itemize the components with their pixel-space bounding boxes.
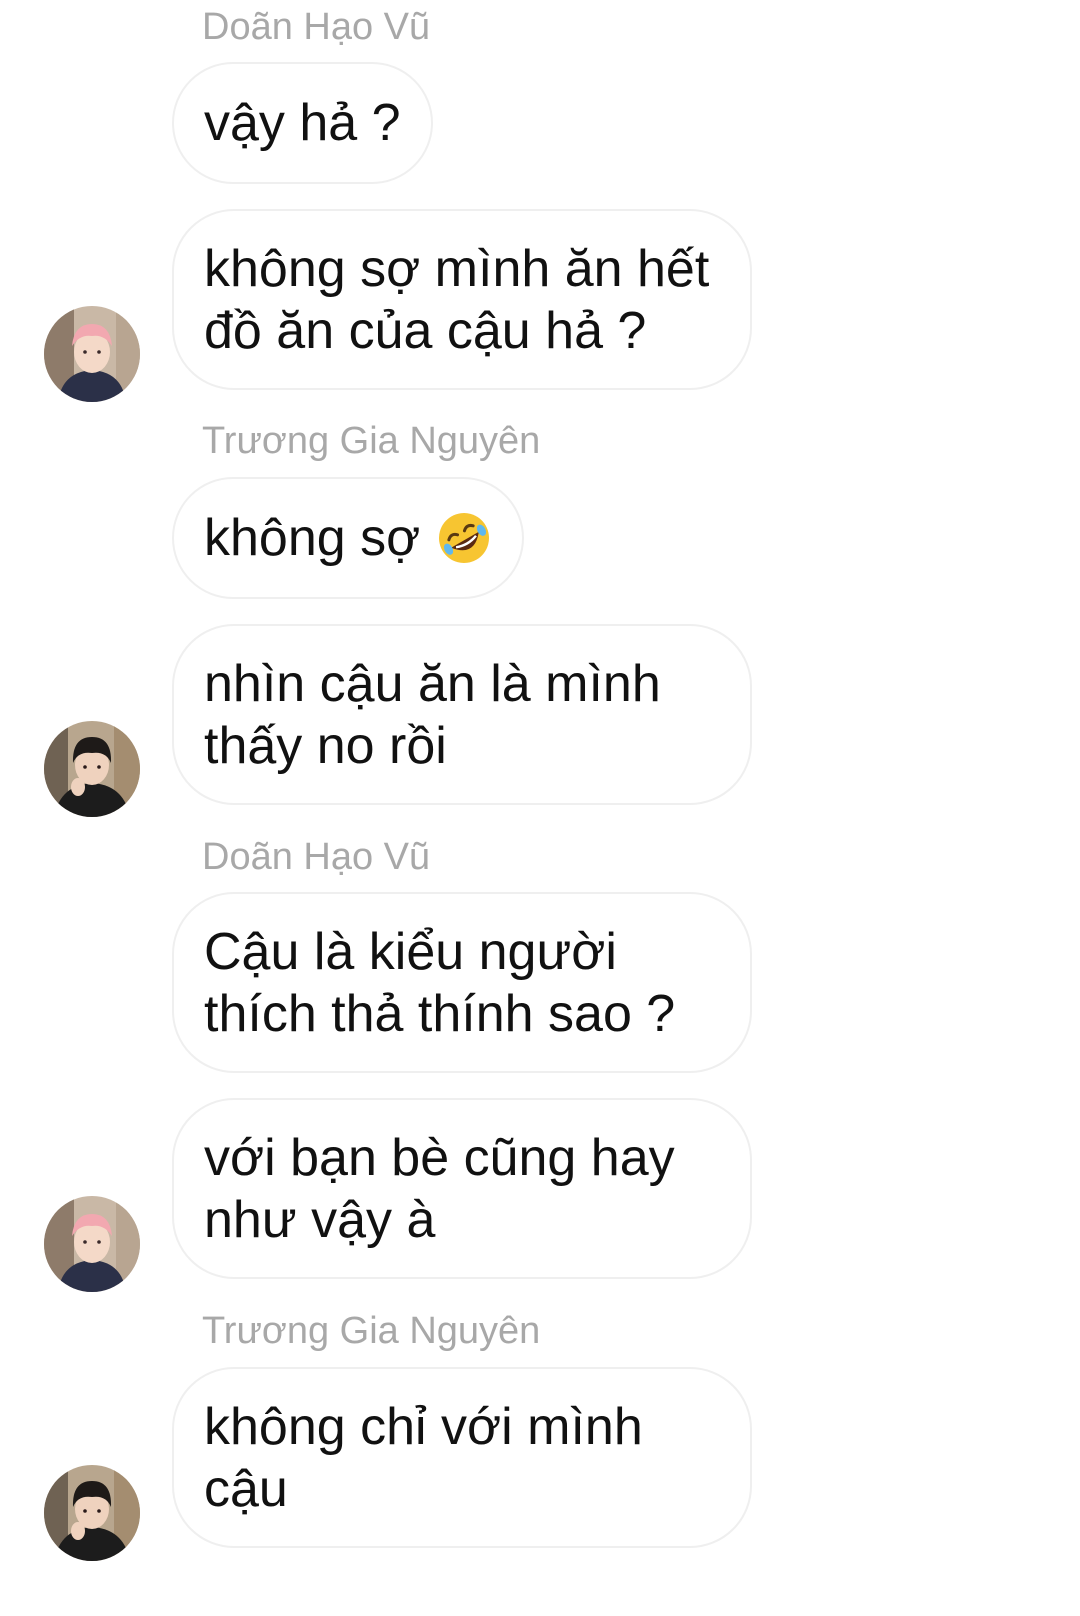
message-text: Cậu là kiểu người thích thả thính sao ? (204, 922, 676, 1043)
avatar-truong-gia-nguyen[interactable] (44, 721, 140, 817)
avatar-pink-hair-icon (44, 306, 140, 402)
message-bubble[interactable]: không sợ (172, 477, 525, 599)
avatar-truong-gia-nguyen[interactable] (44, 1465, 140, 1561)
message-bubble[interactable]: không chỉ với mình cậu (172, 1367, 752, 1548)
sender-name: Trương Gia Nguyên (202, 1310, 541, 1352)
avatar-doan-hao-vu[interactable] (44, 306, 140, 402)
rolling-on-floor-laughing-emoji-icon (436, 510, 492, 566)
avatar-dark-hair-icon (44, 1465, 140, 1561)
message-bubble[interactable]: Cậu là kiểu người thích thả thính sao ? (172, 892, 752, 1073)
message-text: với bạn bè cũng hay như vậy à (204, 1128, 675, 1249)
message-text: nhìn cậu ăn là mình thấy no rồi (204, 654, 661, 775)
message-bubble[interactable]: vậy hả ? (172, 62, 433, 184)
sender-name: Doãn Hạo Vũ (202, 836, 431, 878)
message-text: không sợ mình ăn hết đồ ăn của cậu hả ? (204, 239, 710, 360)
avatar-doan-hao-vu[interactable] (44, 1196, 140, 1292)
sender-name: Doãn Hạo Vũ (202, 6, 431, 48)
message-text: vậy hả ? (204, 94, 401, 152)
avatar-dark-hair-icon (44, 721, 140, 817)
sender-name: Trương Gia Nguyên (202, 420, 541, 462)
message-text: không chỉ với mình cậu (204, 1397, 643, 1518)
message-bubble[interactable]: không sợ mình ăn hết đồ ăn của cậu hả ? (172, 209, 752, 390)
avatar-pink-hair-icon (44, 1196, 140, 1292)
message-text: không sợ (204, 509, 421, 567)
message-bubble[interactable]: với bạn bè cũng hay như vậy à (172, 1098, 752, 1279)
message-bubble[interactable]: nhìn cậu ăn là mình thấy no rồi (172, 624, 752, 805)
